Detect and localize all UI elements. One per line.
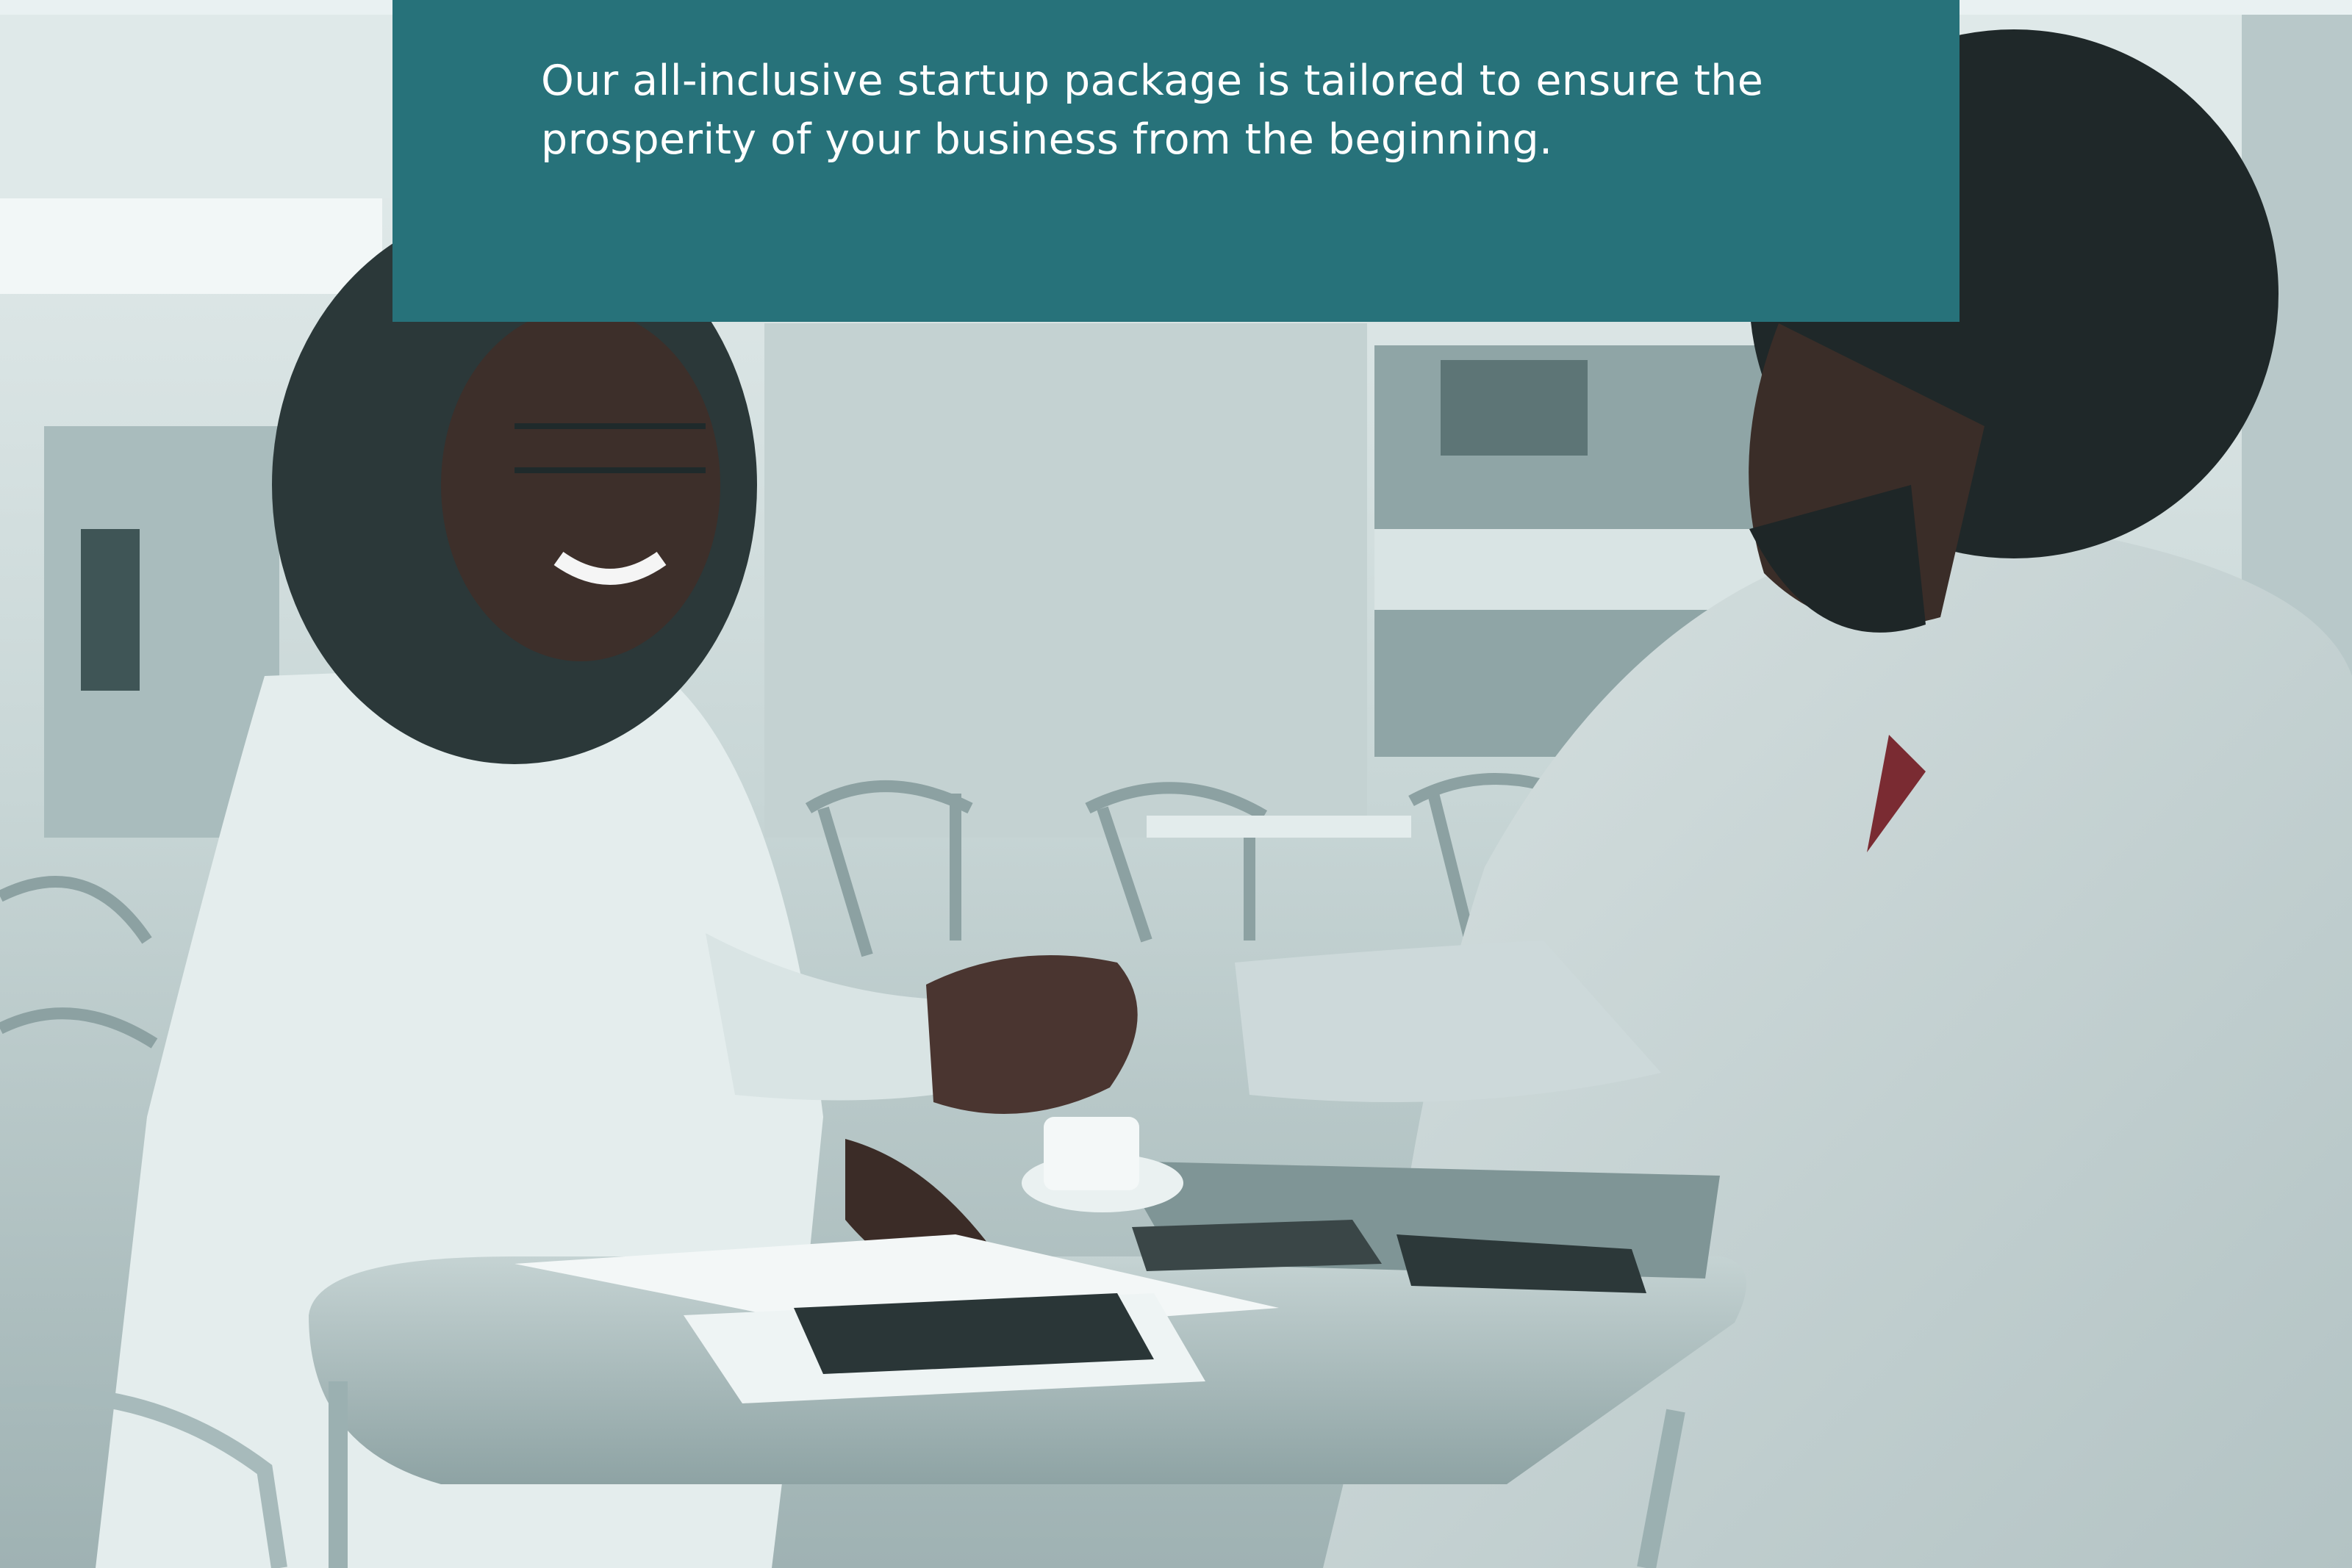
caption-banner: Our all-inclusive startup package is tai… bbox=[392, 0, 1960, 322]
page: Our all-inclusive startup package is tai… bbox=[0, 0, 2352, 1568]
caption-text: Our all-inclusive startup package is tai… bbox=[541, 57, 1764, 164]
